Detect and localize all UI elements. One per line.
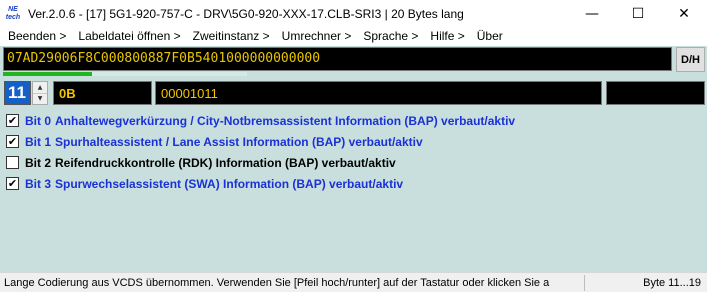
coding-input[interactable]: 07AD29006F8C000800887F0B5401000000000000: [3, 47, 672, 71]
progress-bar: [3, 72, 247, 76]
window-title: Ver.2.0.6 - [17] 5G1-920-757-C - DRV\5G0…: [28, 7, 464, 21]
menu-hilfe[interactable]: Hilfe >: [424, 29, 470, 43]
bit-description: Reifendruckkontrolle (RDK) Information (…: [55, 155, 396, 170]
bit-row-1[interactable]: ✔ Bit 1 Spurhalteassistent / Lane Assist…: [3, 131, 703, 152]
status-byte-range: Byte 11...19: [643, 276, 701, 289]
bit-row-0[interactable]: ✔ Bit 0 Anhaltewegverkürzung / City-Notb…: [3, 110, 703, 131]
status-divider: [584, 274, 585, 291]
bit-row-2[interactable]: Bit 2 Reifendruckkontrolle (RDK) Informa…: [3, 152, 703, 173]
byte-spinner[interactable]: ▲ ▼: [32, 81, 48, 105]
app-logo-text-bottom: tech: [5, 14, 21, 21]
bit-row-3[interactable]: ✔ Bit 3 Spurwechselassistent (SWA) Infor…: [3, 173, 703, 194]
progress-fill: [3, 72, 93, 76]
byte-binary-field[interactable]: 00001011: [155, 81, 602, 105]
app-logo-icon: NE tech: [4, 5, 22, 23]
byte-number-field[interactable]: 11: [4, 81, 31, 105]
bit-label: Bit 3: [25, 176, 52, 191]
bit-description: Spurhalteassistent / Lane Assist Informa…: [55, 134, 423, 149]
spin-down-icon[interactable]: ▼: [33, 92, 47, 105]
minimize-icon: —: [585, 6, 599, 22]
bit-label: Bit 2: [25, 155, 52, 170]
bit-checkbox-0[interactable]: ✔: [6, 114, 19, 127]
spin-up-icon[interactable]: ▲: [33, 82, 47, 93]
maximize-button[interactable]: ☐: [615, 0, 661, 28]
bit-label: Bit 0: [25, 113, 52, 128]
dh-toggle-button[interactable]: D/H: [676, 47, 705, 72]
bit-checkbox-1[interactable]: ✔: [6, 135, 19, 148]
status-bar: Lange Codierung aus VCDS übernommen. Ver…: [0, 272, 707, 292]
maximize-icon: ☐: [631, 6, 645, 22]
menu-labeldatei[interactable]: Labeldatei öffnen >: [72, 29, 186, 43]
bit-list: ✔ Bit 0 Anhaltewegverkürzung / City-Notb…: [3, 110, 703, 194]
minimize-button[interactable]: —: [569, 0, 615, 28]
menu-umrechner[interactable]: Umrechner >: [276, 29, 358, 43]
menu-sprache[interactable]: Sprache >: [357, 29, 424, 43]
status-message: Lange Codierung aus VCDS übernommen. Ver…: [4, 276, 550, 289]
menu-beenden[interactable]: Beenden >: [2, 29, 72, 43]
menu-bar: Beenden > Labeldatei öffnen > Zweitinsta…: [0, 26, 707, 46]
close-icon: ✕: [678, 6, 690, 22]
byte-hex-field[interactable]: 0B: [53, 81, 152, 105]
close-button[interactable]: ✕: [661, 0, 707, 28]
byte-extra-field[interactable]: [606, 81, 705, 105]
menu-zweitinstanz[interactable]: Zweitinstanz >: [187, 29, 276, 43]
window-controls: — ☐ ✕: [569, 0, 707, 28]
bit-description: Anhaltewegverkürzung / City-Notbremsassi…: [55, 113, 516, 128]
bit-label: Bit 1: [25, 134, 52, 149]
bit-description: Spurwechselassistent (SWA) Information (…: [55, 176, 404, 191]
bit-checkbox-3[interactable]: ✔: [6, 177, 19, 190]
bit-checkbox-2[interactable]: [6, 156, 19, 169]
title-bar: NE tech Ver.2.0.6 - [17] 5G1-920-757-C -…: [0, 0, 707, 28]
menu-ueber[interactable]: Über: [471, 29, 509, 43]
app-logo-text-top: NE: [8, 6, 18, 13]
